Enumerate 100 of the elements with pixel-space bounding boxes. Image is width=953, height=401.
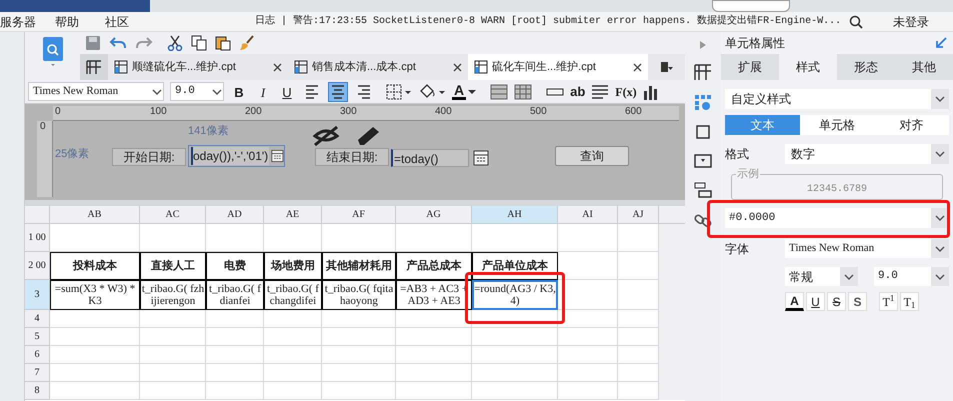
border-icon[interactable] — [386, 84, 412, 100]
column-header[interactable]: AB — [50, 206, 140, 224]
split-cells-icon[interactable] — [514, 84, 532, 100]
table-cell[interactable] — [50, 346, 140, 364]
hidden-eye-icon[interactable] — [312, 126, 340, 146]
table-cell[interactable]: =sum(X3 * W3) * K3 — [50, 280, 140, 310]
column-header[interactable]: AD — [206, 206, 264, 224]
calendar-icon[interactable] — [271, 148, 284, 164]
column-header[interactable]: AE — [264, 206, 322, 224]
table-cell[interactable] — [264, 310, 322, 328]
row-header[interactable]: 6 — [25, 346, 50, 364]
row-header[interactable]: 5 — [25, 328, 50, 346]
paste-icon[interactable] — [215, 35, 231, 51]
table-cell[interactable]: 产品单位成本 — [472, 252, 558, 280]
text-style-button[interactable]: T$_{1}$ — [900, 292, 919, 311]
table-cell[interactable] — [396, 328, 472, 346]
frame-icon[interactable] — [695, 124, 711, 140]
close-icon[interactable] — [633, 62, 642, 72]
grid-layout-icon[interactable] — [694, 64, 712, 80]
brush-icon[interactable] — [239, 35, 255, 51]
size-select[interactable]: 9.0 — [874, 267, 949, 286]
menu-item[interactable]: 社区 — [105, 12, 255, 30]
property-tab[interactable]: 样式 — [779, 54, 837, 80]
align-center-button[interactable] — [328, 82, 348, 102]
table-cell[interactable]: 其他辅材耗用 — [322, 252, 396, 280]
table-cell[interactable] — [50, 382, 140, 400]
row-header[interactable]: 7 — [25, 364, 50, 382]
menu-item[interactable]: 服务器 — [0, 12, 55, 30]
table-cell[interactable] — [558, 382, 618, 400]
table-cell[interactable] — [472, 224, 558, 252]
table-cell[interactable] — [322, 328, 396, 346]
paragraph-icon[interactable] — [591, 84, 610, 100]
table-cell[interactable]: =round(AG3 / K3,4) — [472, 280, 558, 310]
save-icon[interactable] — [85, 35, 101, 51]
copy-icon[interactable] — [191, 35, 207, 51]
font-color-button[interactable]: A — [452, 83, 476, 100]
table-cell[interactable]: t_ribao.G( fqitahaoyong — [322, 280, 396, 310]
table-cell[interactable] — [322, 310, 396, 328]
file-tab[interactable]: 硫化车间生...维护.cpt — [468, 54, 648, 80]
table-cell[interactable] — [472, 346, 558, 364]
merge-cells-icon[interactable] — [490, 84, 508, 100]
style-button[interactable]: U — [278, 82, 296, 100]
table-cell[interactable] — [558, 328, 618, 346]
table-cell[interactable] — [472, 310, 558, 328]
close-icon[interactable] — [453, 62, 462, 72]
size-select[interactable]: 9.0 — [170, 82, 224, 101]
table-cell[interactable] — [140, 382, 206, 400]
column-header[interactable]: AI — [558, 206, 618, 224]
table-cell[interactable] — [206, 224, 264, 252]
report-icon[interactable] — [42, 36, 64, 66]
formula-button[interactable]: F(x) — [615, 82, 637, 100]
text-style-button[interactable]: A — [785, 292, 804, 311]
table-cell[interactable] — [50, 310, 140, 328]
table-cell[interactable]: 直接人工 — [140, 252, 206, 280]
table-cell[interactable] — [396, 346, 472, 364]
redo-icon[interactable] — [135, 35, 153, 51]
table-cell[interactable] — [140, 224, 206, 252]
table-cell[interactable] — [322, 364, 396, 382]
table-cell[interactable]: t_ribao.G( fdianfei — [206, 280, 264, 310]
table-cell[interactable] — [206, 310, 264, 328]
table-cell[interactable] — [558, 310, 618, 328]
table-cell[interactable] — [140, 310, 206, 328]
style-select[interactable]: 自定义样式 — [725, 89, 949, 109]
table-cell[interactable]: 电费 — [206, 252, 264, 280]
table-cell[interactable] — [50, 328, 140, 346]
column-header[interactable]: AJ — [618, 206, 659, 224]
text-tool-button[interactable]: ab — [570, 82, 586, 102]
table-cell[interactable] — [206, 328, 264, 346]
close-icon[interactable] — [273, 62, 282, 72]
table-cell[interactable] — [396, 382, 472, 400]
table-cell[interactable] — [264, 364, 322, 382]
table-cell[interactable] — [50, 364, 140, 382]
file-tab[interactable]: 销售成本清...成本.cpt — [288, 54, 468, 80]
table-cell[interactable] — [472, 328, 558, 346]
style-button[interactable]: B — [230, 82, 248, 100]
table-cell[interactable] — [140, 364, 206, 382]
table-cell[interactable] — [472, 364, 558, 382]
weight-select[interactable]: 常规 — [785, 267, 858, 286]
table-cell[interactable] — [140, 328, 206, 346]
layers-icon[interactable] — [694, 182, 712, 198]
table-cell[interactable] — [472, 382, 558, 400]
row-header[interactable]: 2 00 — [25, 252, 50, 280]
text-style-button[interactable]: T$^{1}$ — [879, 292, 898, 311]
link-icon[interactable] — [694, 212, 712, 228]
text-style-button[interactable]: U — [806, 292, 825, 311]
table-cell[interactable] — [558, 280, 618, 310]
dropdown-box-icon[interactable] — [694, 154, 712, 168]
table-cell[interactable] — [264, 328, 322, 346]
table-cell[interactable] — [264, 224, 322, 252]
table-cell[interactable] — [322, 382, 396, 400]
pattern-select[interactable]: #0.0000 — [725, 208, 949, 228]
table-cell[interactable] — [396, 224, 472, 252]
text-style-button[interactable]: S — [827, 292, 846, 311]
column-header[interactable]: AF — [322, 206, 396, 224]
tab-list-icon[interactable] — [660, 61, 674, 73]
table-cell[interactable]: t_ribao.G( fzhijierengon — [140, 280, 206, 310]
table-cell[interactable]: t_ribao.G( fchangdifei — [264, 280, 322, 310]
table-cell[interactable] — [50, 224, 140, 252]
start-date-field[interactable]: oday()),'-','01') — [188, 145, 285, 167]
login-link[interactable]: 未登录 — [893, 12, 930, 30]
